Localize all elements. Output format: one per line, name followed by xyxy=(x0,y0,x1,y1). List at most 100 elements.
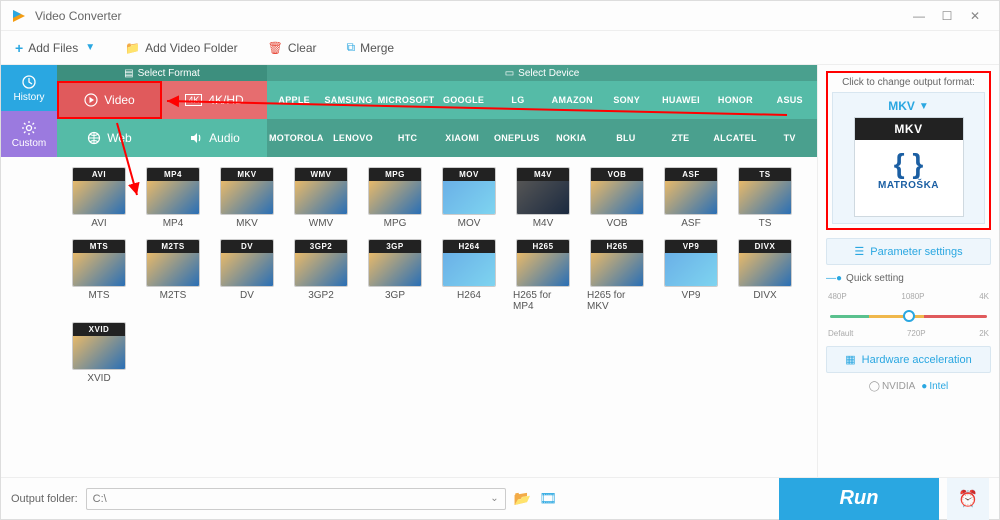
scheduler-button[interactable]: ⏰ xyxy=(947,478,989,520)
sliders-icon: ☰ xyxy=(854,245,864,258)
format-thumb-art xyxy=(591,253,643,286)
quick-setting-label: —● Quick setting xyxy=(826,273,991,284)
merge-label: Merge xyxy=(360,41,394,55)
film-icon[interactable]: 🎞 xyxy=(539,490,557,507)
format-tile-m2ts[interactable]: M2TSM2TS xyxy=(143,239,203,312)
clear-button[interactable]: 🗑 Clear xyxy=(262,37,323,59)
brand-huawei[interactable]: Huawei xyxy=(654,81,708,119)
brand-blu[interactable]: BLU xyxy=(599,119,654,157)
nav-custom[interactable]: Custom xyxy=(1,111,57,157)
output-folder-path: C:\ xyxy=(93,493,107,505)
format-tile-wmv[interactable]: WMV WMV xyxy=(291,167,351,229)
format-tile-vob[interactable]: VOBVOB xyxy=(587,167,647,229)
format-tile-asf[interactable]: ASFASF xyxy=(661,167,721,229)
brand-apple[interactable]: Apple xyxy=(267,81,321,119)
format-label: M4V xyxy=(533,218,554,229)
format-thumb: XVID xyxy=(72,322,126,370)
slider-thumb[interactable] xyxy=(903,310,915,322)
parameter-settings-button[interactable]: ☰ Parameter settings xyxy=(826,238,991,265)
format-thumb: AVI xyxy=(72,167,126,215)
brand-lenovo[interactable]: Lenovo xyxy=(326,119,381,157)
brand-zte[interactable]: ZTE xyxy=(653,119,708,157)
tab-4khd[interactable]: 4K 4K/HD xyxy=(162,81,267,119)
format-tile-ts[interactable]: TSTS xyxy=(735,167,795,229)
add-video-folder-button[interactable]: 📁 Add Video Folder xyxy=(119,37,243,59)
hardware-acceleration-button[interactable]: ▦ Hardware acceleration xyxy=(826,346,991,373)
matroska-logo-icon: { } xyxy=(894,148,924,180)
play-icon xyxy=(84,93,98,107)
format-label: MKV xyxy=(236,218,258,229)
add-files-button[interactable]: + Add Files ▼ xyxy=(9,36,101,60)
nvidia-badge: ◯ NVIDIA xyxy=(869,381,916,392)
merge-button[interactable]: ⧉ Merge xyxy=(341,36,401,59)
maximize-button[interactable]: ☐ xyxy=(933,9,961,23)
hw-vendors: ◯ NVIDIA ● Intel xyxy=(826,381,991,392)
brand-tv[interactable]: TV xyxy=(762,119,817,157)
brand-htc[interactable]: HTC xyxy=(380,119,435,157)
brand-asus[interactable]: ASUS xyxy=(763,81,817,119)
format-label: H264 xyxy=(457,290,481,301)
format-label: ASF xyxy=(681,218,700,229)
close-button[interactable]: ✕ xyxy=(961,9,989,23)
minimize-button[interactable]: — xyxy=(905,9,933,23)
output-format-selector[interactable]: MKV ▼ MKV { } MATROŠKA xyxy=(832,92,985,224)
brand-lg[interactable]: LG xyxy=(491,81,545,119)
titlebar: Video Converter — ☐ ✕ xyxy=(1,1,999,31)
brand-samsung[interactable]: Samsung xyxy=(321,81,375,119)
open-folder-button[interactable]: 📂 xyxy=(514,490,531,507)
nav-history[interactable]: History xyxy=(1,65,57,111)
format-thumb-header: MPG xyxy=(369,168,421,181)
tab-audio[interactable]: Audio xyxy=(162,119,267,157)
tick-label: 480P xyxy=(828,292,847,301)
output-selected-label: MKV xyxy=(888,99,915,113)
clear-label: Clear xyxy=(288,41,317,55)
format-tile-dv[interactable]: DVDV xyxy=(217,239,277,312)
run-button[interactable]: Run xyxy=(779,478,939,520)
tab-video[interactable]: Video xyxy=(57,81,162,119)
format-tile-xvid[interactable]: XVIDXVID xyxy=(69,322,129,384)
format-tile-mpg[interactable]: MPGMPG xyxy=(365,167,425,229)
tab-head-format-label: Select Format xyxy=(138,68,200,79)
brand-honor[interactable]: honor xyxy=(708,81,762,119)
toolbar: + Add Files ▼ 📁 Add Video Folder 🗑 Clear… xyxy=(1,31,999,65)
right-panel: Click to change output format: MKV ▼ MKV… xyxy=(817,65,999,477)
format-thumb: WMV xyxy=(294,167,348,215)
format-thumb: TS xyxy=(738,167,792,215)
matroska-label: MATROŠKA xyxy=(878,180,939,191)
format-tile-3gp2[interactable]: 3GP2 3GP2 xyxy=(291,239,351,312)
format-tile-h265-for-mkv[interactable]: H265H265 for MKV xyxy=(587,239,647,312)
brand-microsoft[interactable]: Microsoft xyxy=(376,81,437,119)
format-tile-3gp[interactable]: 3GP3GP xyxy=(365,239,425,312)
brand-oneplus[interactable]: OnePlus xyxy=(489,119,544,157)
parameter-settings-label: Parameter settings xyxy=(870,246,962,258)
output-folder-input[interactable]: C:\ ⌄ xyxy=(86,488,506,510)
quality-slider[interactable] xyxy=(826,301,991,329)
brand-nokia[interactable]: NOKIA xyxy=(544,119,599,157)
brand-alcatel[interactable]: alcatel xyxy=(708,119,763,157)
format-tile-mp4[interactable]: MP4MP4 xyxy=(143,167,203,229)
format-tile-vp9[interactable]: VP9VP9 xyxy=(661,239,721,312)
format-tile-mts[interactable]: MTSMTS xyxy=(69,239,129,312)
format-tile-h265-for-mp4[interactable]: H265H265 for MP4 xyxy=(513,239,573,312)
format-label: WMV xyxy=(309,218,333,229)
format-tile-divx[interactable]: DIVXDIVX xyxy=(735,239,795,312)
format-tile-m4v[interactable]: M4V M4V xyxy=(513,167,573,229)
globe-icon xyxy=(87,131,101,145)
brand-google[interactable]: Google xyxy=(436,81,490,119)
format-thumb-header: VP9 xyxy=(665,240,717,253)
format-thumb-art xyxy=(73,253,125,286)
tab-web[interactable]: Web xyxy=(57,119,162,157)
brand-amazon[interactable]: amazon xyxy=(545,81,599,119)
format-tile-mkv[interactable]: MKVMKV xyxy=(217,167,277,229)
format-thumb-header: M4V xyxy=(517,168,569,181)
brand-motorola[interactable]: Motorola xyxy=(267,119,326,157)
format-thumb: 3GP2 xyxy=(294,239,348,287)
format-tile-h264[interactable]: H264H264 xyxy=(439,239,499,312)
tab-head-device: ▭ Select Device xyxy=(267,65,817,81)
output-folder-label: Output folder: xyxy=(11,493,78,505)
format-label: 3GP2 xyxy=(308,290,334,301)
brand-xiaomi[interactable]: Xiaomi xyxy=(435,119,490,157)
format-tile-mov[interactable]: MOVMOV xyxy=(439,167,499,229)
format-tile-avi[interactable]: AVIAVI xyxy=(69,167,129,229)
brand-sony[interactable]: SONY xyxy=(600,81,654,119)
